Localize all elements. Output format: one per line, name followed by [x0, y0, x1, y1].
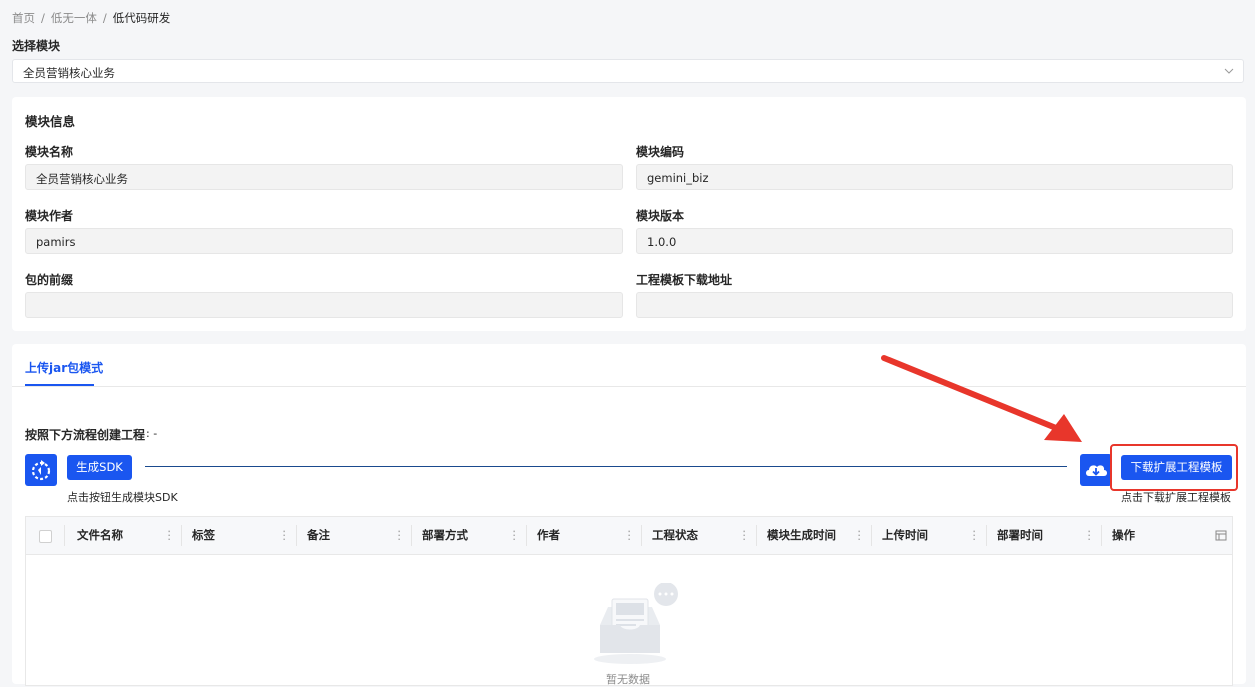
select-all-checkbox[interactable] — [39, 530, 52, 543]
download-template-hint: 点击下载扩展工程模板 — [1121, 491, 1231, 504]
breadcrumb-separator: / — [41, 11, 45, 25]
generate-sdk-button[interactable]: 生成SDK — [67, 455, 132, 480]
column-header-author[interactable]: 作者 ⋮ — [537, 517, 641, 554]
module-select-label: 选择模块 — [12, 39, 61, 53]
column-menu-icon: ⋮ — [393, 528, 406, 542]
chevron-down-icon — [1224, 68, 1234, 74]
generate-sdk-hint: 点击按钮生成模块SDK — [67, 491, 178, 504]
cloud-download-icon — [1086, 465, 1107, 476]
module-name-field[interactable]: 全员营销核心业务 — [25, 164, 623, 190]
breadcrumb-current: 低代码研发 — [112, 11, 171, 25]
column-divider — [526, 525, 527, 546]
column-divider — [986, 525, 987, 546]
column-header-file-name[interactable]: 文件名称 ⋮ — [77, 517, 181, 554]
column-settings-icon[interactable] — [1215, 530, 1227, 542]
column-header-deploy-time[interactable]: 部署时间 ⋮ — [997, 517, 1101, 554]
breadcrumb-parent[interactable]: 低无一体 — [51, 10, 97, 26]
file-table: 文件名称 ⋮ 标签 ⋮ 备注 ⋮ 部署方式 ⋮ 作者 ⋮ 工程状态 ⋮ 模块生成时间 ⋮ 上传… — [25, 516, 1233, 686]
column-divider — [641, 525, 642, 546]
module-select-value: 全员营销核心业务 — [23, 66, 115, 80]
column-divider — [1101, 525, 1102, 546]
column-menu-icon: ⋮ — [508, 528, 521, 542]
column-menu-icon: ⋮ — [623, 528, 636, 542]
empty-inbox-icon — [594, 583, 678, 664]
flow-title-suffix: : - — [146, 427, 158, 440]
module-code-label: 模块编码 — [636, 145, 685, 159]
module-author-value: pamirs — [36, 235, 76, 249]
flow-title: 按照下方流程创建工程 — [25, 428, 146, 442]
module-code-field[interactable]: gemini_biz — [636, 164, 1233, 190]
module-code-value: gemini_biz — [647, 171, 709, 185]
column-menu-icon: ⋮ — [968, 528, 981, 542]
module-author-field[interactable]: pamirs — [25, 228, 623, 254]
module-name-label: 模块名称 — [25, 145, 74, 159]
module-author-label: 模块作者 — [25, 209, 74, 223]
column-divider — [756, 525, 757, 546]
highlight-box — [1110, 444, 1238, 491]
template-url-field[interactable] — [636, 292, 1233, 318]
tab-upload-jar[interactable]: 上传jar包模式 — [25, 359, 103, 376]
column-menu-icon: ⋮ — [738, 528, 751, 542]
column-header-deploy-method[interactable]: 部署方式 ⋮ — [422, 517, 526, 554]
column-divider — [411, 525, 412, 546]
package-prefix-label: 包的前缀 — [25, 273, 74, 287]
column-menu-icon: ⋮ — [1083, 528, 1096, 542]
module-version-label: 模块版本 — [636, 209, 685, 223]
template-url-label: 工程模板下载地址 — [636, 273, 733, 287]
breadcrumb-separator: / — [102, 11, 107, 25]
table-header: 文件名称 ⋮ 标签 ⋮ 备注 ⋮ 部署方式 ⋮ 作者 ⋮ 工程状态 ⋮ 模块生成时间 ⋮ 上传… — [26, 517, 1232, 555]
column-divider — [64, 525, 65, 546]
module-version-value: 1.0.0 — [647, 235, 677, 249]
column-divider — [181, 525, 182, 546]
annotation-arrow-icon — [881, 355, 1082, 442]
column-header-project-status[interactable]: 工程状态 ⋮ — [652, 517, 756, 554]
column-menu-icon: ⋮ — [853, 528, 866, 542]
column-menu-icon: ⋮ — [163, 528, 176, 542]
column-header-upload-time[interactable]: 上传时间 ⋮ — [882, 517, 986, 554]
cloud-download-icon-button[interactable] — [1080, 454, 1112, 486]
module-name-value: 全员营销核心业务 — [36, 172, 128, 186]
module-version-field[interactable]: 1.0.0 — [636, 228, 1233, 254]
empty-state-text: 暂无数据 — [606, 673, 650, 686]
module-select[interactable]: 全员营销核心业务 — [12, 59, 1244, 83]
breadcrumb: 首页 / 低无一体 / 低代码研发 — [12, 10, 170, 26]
module-info-title: 模块信息 — [25, 114, 76, 129]
column-divider — [871, 525, 872, 546]
flow-connector-line — [145, 466, 1067, 467]
refresh-icon — [31, 460, 51, 481]
breadcrumb-home[interactable]: 首页 — [12, 10, 35, 26]
column-header-module-gen-time[interactable]: 模块生成时间 ⋮ — [767, 517, 871, 554]
tab-active-indicator — [25, 384, 94, 386]
column-header-tag[interactable]: 标签 ⋮ — [192, 517, 296, 554]
column-menu-icon: ⋮ — [278, 528, 291, 542]
package-prefix-field[interactable] — [25, 292, 623, 318]
column-header-remark[interactable]: 备注 ⋮ — [307, 517, 411, 554]
refresh-icon-button[interactable] — [25, 454, 57, 486]
column-divider — [296, 525, 297, 546]
column-header-actions: 操作 — [1112, 528, 1135, 542]
